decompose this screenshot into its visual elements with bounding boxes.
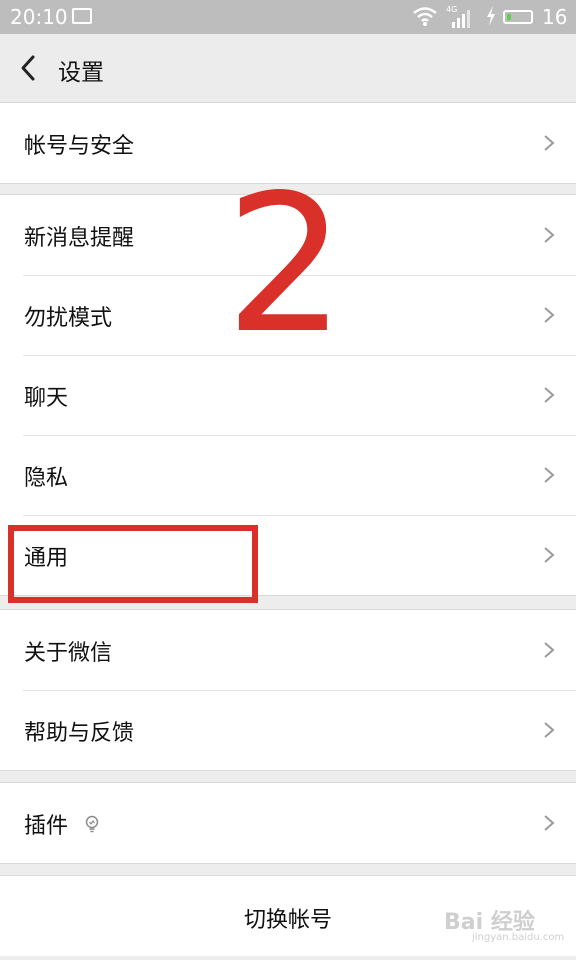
chevron-right-icon [544, 815, 555, 831]
settings-item-help-feedback[interactable]: 帮助与反馈 [0, 690, 576, 770]
step-number-annotation: 2 [225, 154, 346, 375]
chevron-right-icon [544, 227, 555, 243]
notification-icon [72, 8, 92, 24]
settings-group-about: 关于微信 帮助与反馈 [0, 609, 576, 771]
charging-icon [487, 6, 495, 26]
chevron-right-icon [544, 135, 555, 151]
settings-item-label: 勿扰模式 [24, 306, 113, 331]
chevron-right-icon [544, 307, 555, 323]
settings-item-about-wechat[interactable]: 关于微信 [0, 610, 576, 690]
status-time: 20:10 [10, 5, 68, 29]
settings-item-label: 帐号与安全 [24, 134, 135, 159]
signal-icon: 4G [446, 5, 470, 28]
settings-item-label: 帮助与反馈 [24, 721, 135, 746]
settings-item-privacy[interactable]: 隐私 [0, 435, 576, 515]
wifi-icon [413, 7, 437, 26]
chevron-right-icon [544, 547, 555, 563]
watermark-url: jingyan.baidu.com [472, 932, 565, 943]
settings-item-label: 新消息提醒 [24, 226, 135, 251]
settings-group-plugins: 插件 [0, 782, 576, 864]
chevron-right-icon [544, 642, 555, 658]
battery-level: 16 [542, 5, 568, 29]
highlight-box-annotation [8, 525, 258, 603]
network-type-label: 4G [446, 5, 457, 14]
settings-item-label: 插件 [24, 814, 69, 839]
page-title: 设置 [58, 60, 104, 86]
settings-item-label: 隐私 [24, 466, 69, 491]
chevron-right-icon [544, 467, 555, 483]
chevron-right-icon [544, 387, 555, 403]
settings-item-plugins[interactable]: 插件 [0, 783, 576, 863]
settings-item-label: 关于微信 [24, 641, 113, 666]
watermark: Bai 经验 jingyan.baidu.com [444, 900, 568, 948]
battery-icon [503, 10, 533, 24]
chevron-left-icon[interactable] [14, 52, 44, 84]
status-bar: 20:10 4G 16 [0, 0, 576, 34]
top-bar: 设置 [0, 34, 576, 103]
settings-item-label: 聊天 [24, 386, 69, 411]
lightbulb-icon [85, 815, 99, 833]
chevron-right-icon [544, 722, 555, 738]
